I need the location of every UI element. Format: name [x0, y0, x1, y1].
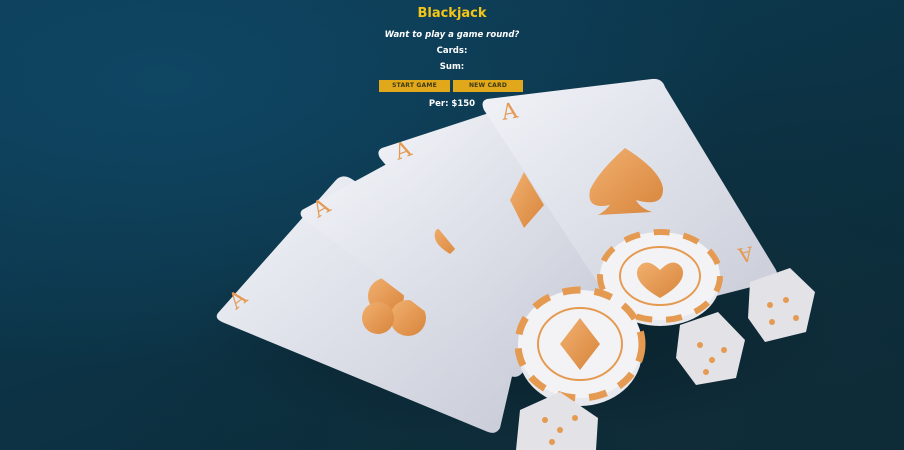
poker-chip-diamond — [514, 286, 646, 406]
player-info: Per: $150 — [428, 99, 476, 109]
page-title: Blackjack — [417, 6, 487, 21]
sum-display: Sum: — [439, 62, 465, 72]
game-message: Want to play a game round? — [384, 30, 520, 40]
cards-display: Cards: — [436, 46, 468, 56]
button-group: START GAME NEW CARD — [379, 80, 525, 92]
new-card-button[interactable]: NEW CARD — [453, 80, 523, 92]
start-game-button[interactable]: START GAME — [379, 80, 450, 92]
